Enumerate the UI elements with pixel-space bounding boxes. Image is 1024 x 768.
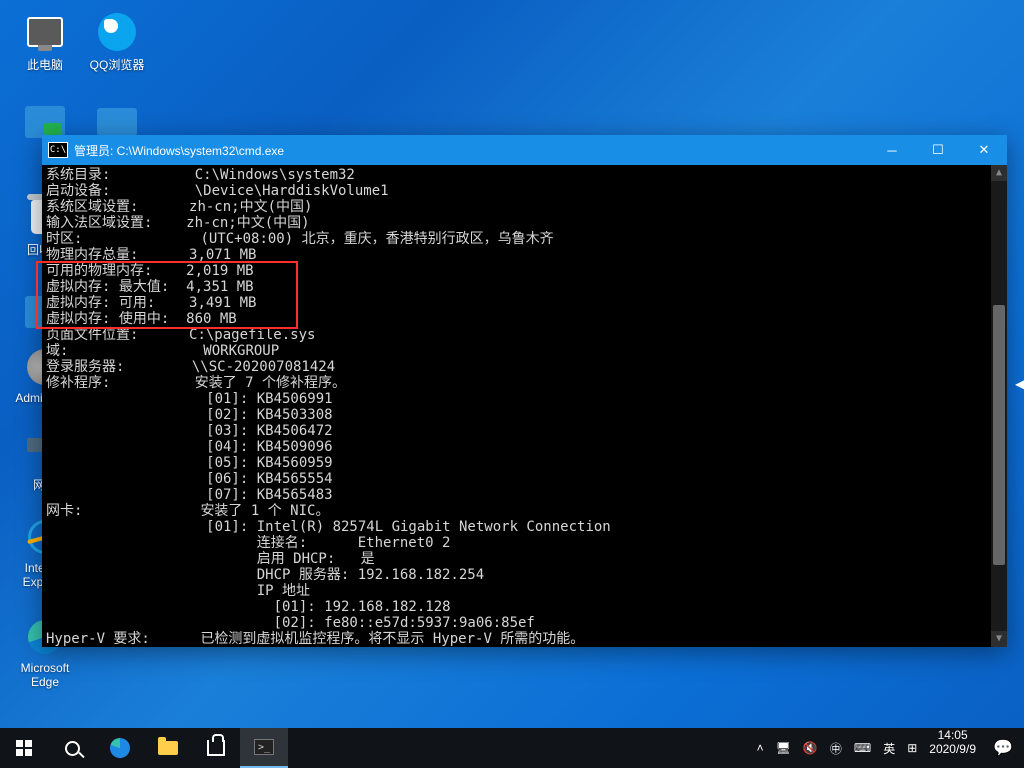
clock-date: 2020/9/9: [929, 742, 976, 756]
tray-volume-muted-icon[interactable]: 🔇: [803, 741, 818, 755]
tray-ime-lang[interactable]: 英: [883, 740, 895, 757]
minimize-button[interactable]: ─: [869, 135, 915, 165]
scroll-down-icon[interactable]: ▼: [991, 631, 1007, 647]
cmd-scrollbar[interactable]: ▲ ▼: [991, 165, 1007, 647]
taskbar-spacer: [288, 728, 751, 768]
tray-keyboard-icon[interactable]: ⌨: [854, 741, 871, 755]
desktop-icon-qq-browser[interactable]: QQ浏览器: [82, 10, 152, 73]
cmd-icon: C:\: [48, 142, 68, 158]
cmd-icon: >_: [254, 739, 274, 755]
taskbar-clock[interactable]: 14:05 2020/9/9: [923, 728, 982, 768]
taskbar-edge[interactable]: [96, 728, 144, 768]
cmd-output[interactable]: 系统目录: C:\Windows\system32 启动设备: \Device\…: [42, 165, 1007, 647]
search-button[interactable]: [48, 728, 96, 768]
desktop-icon-this-pc[interactable]: 此电脑: [10, 10, 80, 73]
action-center-button[interactable]: 💬: [982, 728, 1024, 768]
tray-display-icon[interactable]: 🖥: [776, 741, 791, 755]
desktop-icon-label: 此电脑: [10, 56, 80, 73]
store-icon: [207, 740, 225, 756]
tray-ime-mode-icon[interactable]: ⊞: [907, 741, 917, 755]
scroll-thumb[interactable]: [993, 305, 1005, 565]
taskbar-store[interactable]: [192, 728, 240, 768]
folder-icon: [158, 741, 178, 755]
desktop-icon-label: Microsoft Edge: [10, 661, 80, 689]
tray-ime-icon[interactable]: ㊥: [830, 740, 842, 757]
search-icon: [65, 741, 80, 756]
tray-chevron-icon[interactable]: ˄: [757, 741, 764, 755]
scroll-up-icon[interactable]: ▲: [991, 165, 1007, 181]
taskbar[interactable]: >_ ˄ 🖥 🔇 ㊥ ⌨ 英 ⊞ 14:05 2020/9/9 💬 const …: [0, 728, 1024, 768]
cmd-titlebar[interactable]: C:\ 管理员: C:\Windows\system32\cmd.exe ─ ☐…: [42, 135, 1007, 165]
this-pc-icon: [23, 10, 67, 54]
cmd-title: 管理员: C:\Windows\system32\cmd.exe: [74, 142, 869, 159]
clock-time: 14:05: [929, 728, 976, 742]
taskbar-cmd[interactable]: >_: [240, 728, 288, 768]
resize-indicator-icon: ◂: [1015, 374, 1024, 395]
start-button[interactable]: [0, 728, 48, 768]
system-tray[interactable]: ˄ 🖥 🔇 ㊥ ⌨ 英 ⊞: [751, 728, 924, 768]
desktop-icon-label: QQ浏览器: [82, 56, 152, 73]
notification-icon: 💬: [993, 738, 1013, 758]
taskbar-file-explorer[interactable]: [144, 728, 192, 768]
windows-icon: [16, 740, 32, 756]
maximize-button[interactable]: ☐: [915, 135, 961, 165]
edge-icon: [110, 738, 130, 758]
cmd-window[interactable]: C:\ 管理员: C:\Windows\system32\cmd.exe ─ ☐…: [42, 135, 1007, 647]
qq-browser-icon: [95, 10, 139, 54]
close-button[interactable]: ✕: [961, 135, 1007, 165]
